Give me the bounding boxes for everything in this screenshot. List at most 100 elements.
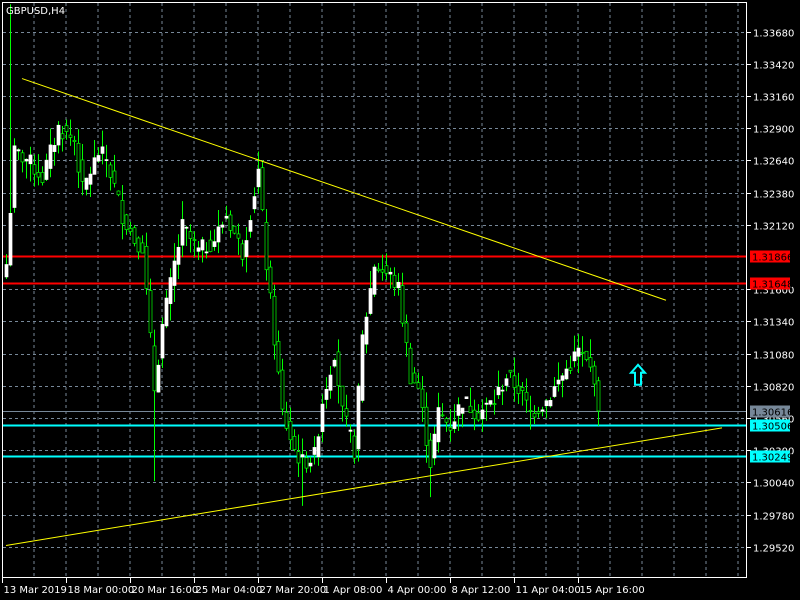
y-tick-label: 1.32120 bbox=[753, 222, 794, 233]
chart-title: GBPUSD,H4 bbox=[6, 6, 65, 17]
y-tick-label: 1.32640 bbox=[753, 157, 794, 168]
bull-candle-body bbox=[16, 149, 21, 152]
bear-candle-body bbox=[64, 125, 69, 132]
y-tick-label: 1.29520 bbox=[753, 544, 794, 555]
bull-candle-body bbox=[552, 386, 557, 397]
bull-candle-body bbox=[388, 271, 393, 275]
bear-candle-body bbox=[76, 142, 81, 173]
bull-candle-body bbox=[548, 400, 553, 407]
trendlines[interactable] bbox=[5, 78, 723, 546]
bull-candle-body bbox=[564, 368, 569, 380]
bear-candle-body bbox=[588, 357, 593, 368]
bear-candle-body bbox=[32, 164, 37, 175]
bull-candle-body bbox=[452, 421, 457, 429]
bear-candle-body bbox=[120, 200, 125, 225]
bull-candle-body bbox=[176, 246, 181, 265]
y-tick-label: 1.33680 bbox=[753, 29, 794, 40]
bull-candle-body bbox=[216, 226, 221, 243]
bear-candle-body bbox=[40, 172, 45, 183]
bear-candle-body bbox=[116, 190, 121, 196]
bear-candle-body bbox=[192, 239, 197, 241]
bull-candle-body bbox=[348, 429, 353, 432]
bull-candle-body bbox=[28, 154, 33, 165]
bear-candle-body bbox=[264, 222, 269, 271]
bull-candle-body bbox=[48, 144, 53, 169]
bull-candle-body bbox=[56, 124, 61, 146]
bear-candle-body bbox=[124, 214, 129, 230]
bull-candle-body bbox=[368, 288, 373, 314]
bull-candle-body bbox=[252, 196, 257, 210]
bull-candle-body bbox=[360, 334, 365, 401]
bull-candle-body bbox=[500, 389, 505, 392]
bear-candle-body bbox=[376, 268, 381, 271]
bear-candle-body bbox=[276, 341, 281, 373]
x-tick-label: 1 Apr 08:00 bbox=[324, 585, 383, 596]
bear-candle-body bbox=[520, 387, 525, 391]
support-price-label: 1.30249 bbox=[752, 453, 793, 464]
bear-candle-body bbox=[336, 351, 341, 386]
y-tick-label: 1.30040 bbox=[753, 479, 794, 490]
bear-candle-body bbox=[428, 439, 433, 468]
bull-candle-body bbox=[168, 277, 173, 304]
bear-candle-body bbox=[424, 406, 429, 446]
bear-candle-body bbox=[568, 367, 573, 371]
bear-candle-body bbox=[412, 372, 417, 384]
bear-candle-body bbox=[404, 322, 409, 344]
bear-candle-body bbox=[296, 451, 301, 464]
bear-candle-body bbox=[448, 427, 453, 431]
bear-candle-body bbox=[72, 139, 77, 142]
bear-candle-body bbox=[288, 420, 293, 441]
bear-candle-body bbox=[440, 414, 445, 417]
bear-candle-body bbox=[492, 403, 497, 405]
bear-candle-body bbox=[108, 164, 113, 178]
bull-candle-body bbox=[204, 251, 209, 254]
bear-candle-body bbox=[144, 246, 149, 289]
price-axis[interactable]: 1.33680 1.33420 1.33160 1.32900 1.32640 1.323… bbox=[746, 29, 794, 555]
bear-candle-body bbox=[140, 242, 145, 254]
bear-candle-body bbox=[584, 350, 589, 360]
bear-candle-body bbox=[136, 237, 141, 253]
x-tick-label: 11 Apr 04:00 bbox=[516, 585, 581, 596]
bull-candle-body bbox=[84, 177, 89, 190]
lower-trendline bbox=[5, 427, 723, 546]
bear-candle-body bbox=[284, 411, 289, 429]
bull-candle-body bbox=[484, 402, 489, 405]
x-tick-label: 15 Apr 16:00 bbox=[580, 585, 645, 596]
bear-candle-body bbox=[272, 295, 277, 346]
bear-candle-body bbox=[508, 369, 513, 373]
bear-candle-body bbox=[260, 167, 265, 210]
support-price-label: 1.30506 bbox=[752, 422, 793, 433]
bull-candle-body bbox=[432, 433, 437, 459]
candles bbox=[4, 4, 601, 506]
bull-candle-body bbox=[200, 239, 205, 251]
bull-candle-body bbox=[196, 247, 201, 252]
bear-candle-body bbox=[208, 239, 213, 252]
x-tick-label: 13 Mar 2019 bbox=[4, 585, 67, 596]
bear-candle-body bbox=[476, 412, 481, 421]
x-tick-label: 27 Mar 20:00 bbox=[260, 585, 327, 596]
bull-candle-body bbox=[436, 407, 441, 443]
time-axis[interactable]: 13 Mar 2019 18 Mar 00:0020 Mar 16:0025 Ma… bbox=[2, 577, 645, 596]
bull-candle-body bbox=[372, 266, 377, 295]
bull-candle-body bbox=[572, 351, 577, 362]
bull-candle-body bbox=[300, 454, 305, 458]
bear-candle-body bbox=[420, 388, 425, 408]
bull-candle-body bbox=[540, 409, 545, 412]
bull-candle-body bbox=[356, 385, 361, 450]
bull-candle-body bbox=[104, 159, 109, 161]
bull-candle-body bbox=[308, 462, 313, 467]
bear-candle-body bbox=[280, 369, 285, 410]
buy-arrow-icon[interactable] bbox=[628, 363, 648, 386]
bull-candle-body bbox=[396, 281, 401, 289]
bull-candle-body bbox=[244, 240, 249, 257]
bull-candle-body bbox=[96, 155, 101, 162]
up-arrow-icon bbox=[628, 363, 648, 386]
bull-candle-body bbox=[316, 436, 321, 458]
bear-candle-body bbox=[112, 170, 117, 184]
bear-candle-body bbox=[268, 266, 273, 294]
bear-candle-body bbox=[596, 380, 601, 412]
bear-candle-body bbox=[384, 265, 389, 274]
bull-candle-body bbox=[464, 396, 469, 400]
price-chart[interactable]: 1.33680 1.33420 1.33160 1.32900 1.32640 1.323… bbox=[0, 0, 800, 600]
bear-candle-body bbox=[408, 347, 413, 385]
